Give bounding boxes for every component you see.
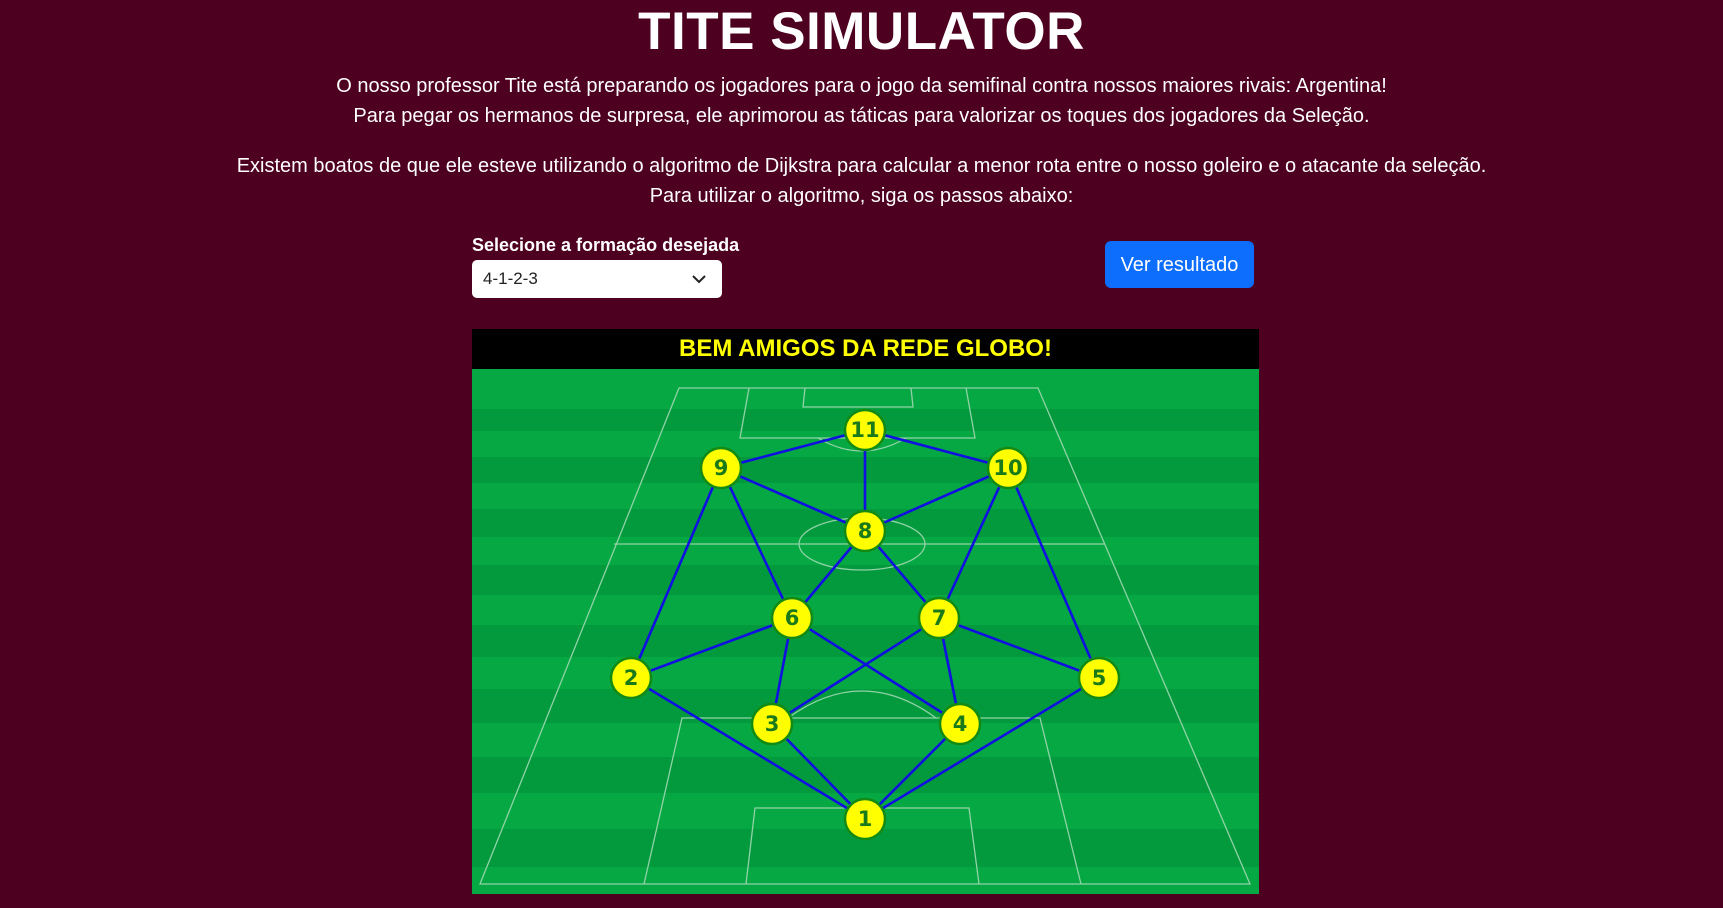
intro-line-3: Existem boatos de que ele esteve utiliza… [236, 155, 1487, 177]
player-node-11: 11 [843, 408, 887, 452]
view-result-button[interactable]: Ver resultado [1105, 241, 1254, 288]
player-node-6: 6 [770, 596, 814, 640]
player-node-9: 9 [699, 446, 743, 490]
player-node-8: 8 [843, 509, 887, 553]
player-node-2: 2 [609, 656, 653, 700]
player-number: 2 [624, 666, 639, 690]
field-panel: BEM AMIGOS DA REDE GLOBO! 1 2 3 4 5 6 7 8 9 10 11 [472, 329, 1259, 894]
player-number: 6 [785, 606, 800, 630]
soccer-field: 1 2 3 4 5 6 7 8 9 10 11 [472, 369, 1259, 894]
intro-paragraph-1: O nosso professor Tite está preparando o… [0, 71, 1723, 131]
controls-bar: Selecione a formação desejada 4-1-2-3 Ve… [472, 234, 1254, 300]
page-title: TITE SIMULATOR [638, 2, 1085, 61]
player-node-5: 5 [1077, 656, 1121, 700]
player-node-1: 1 [843, 797, 887, 841]
player-node-3: 3 [750, 702, 794, 746]
player-number: 9 [714, 456, 729, 480]
intro-line-1: O nosso professor Tite está preparando o… [336, 75, 1387, 97]
player-number: 4 [953, 712, 968, 736]
page: TITE SIMULATOR O nosso professor Tite es… [0, 0, 1723, 908]
player-number: 3 [765, 712, 780, 736]
field-header: BEM AMIGOS DA REDE GLOBO! [472, 329, 1259, 369]
player-number: 5 [1092, 666, 1107, 690]
player-number: 11 [850, 418, 879, 442]
intro-line-4: Para utilizar o algoritmo, siga os passo… [649, 185, 1074, 207]
player-number: 1 [858, 807, 873, 831]
player-node-7: 7 [917, 596, 961, 640]
formation-select-value: 4-1-2-3 [483, 269, 538, 288]
intro-line-2: Para pegar os hermanos de surpresa, ele … [353, 105, 1370, 127]
formation-label: Selecione a formação desejada [472, 235, 740, 255]
formation-select[interactable]: 4-1-2-3 [472, 260, 722, 298]
player-number: 7 [932, 606, 947, 630]
intro-paragraph-2: Existem boatos de que ele esteve utiliza… [0, 151, 1723, 211]
player-number: 8 [858, 519, 873, 543]
grass-stripe [472, 757, 1259, 793]
player-node-10: 10 [986, 446, 1030, 490]
player-node-4: 4 [938, 702, 982, 746]
chevron-down-icon [692, 275, 706, 284]
player-number: 10 [993, 456, 1022, 480]
